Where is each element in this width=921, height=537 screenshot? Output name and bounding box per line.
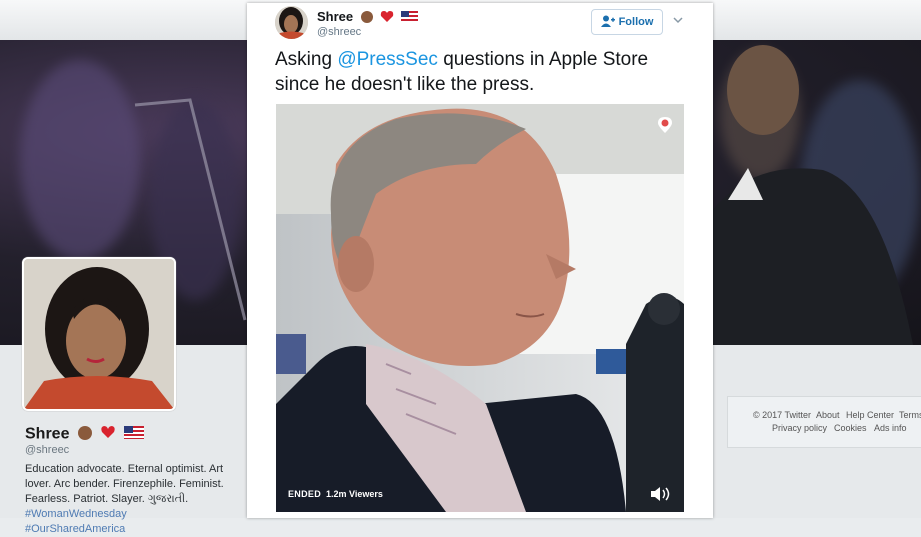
periscope-video-player[interactable]: ENDED 1.2m Viewers — [276, 104, 684, 512]
volume-icon[interactable] — [650, 486, 672, 502]
tweet-card: Shree @shreec Follow Asking @PressSec qu… — [247, 3, 713, 518]
profile-name[interactable]: Shree — [25, 424, 144, 445]
chevron-down-icon[interactable] — [672, 14, 688, 28]
red-heart-icon — [380, 9, 394, 26]
footer-links: © 2017 Twitter About Help Center Terms P… — [727, 396, 921, 448]
us-flag-icon — [123, 425, 144, 444]
footer-about-link[interactable]: About — [816, 410, 840, 420]
us-flag-icon — [401, 10, 419, 25]
red-heart-icon — [100, 424, 116, 445]
bio-hashtags[interactable]: #WomanWednesday #OurSharedAmerica — [25, 508, 127, 535]
banner-person-figure — [713, 45, 913, 345]
profile-avatar[interactable] — [22, 257, 176, 411]
video-status-badge: ENDED — [288, 489, 322, 499]
footer-terms-link[interactable]: Terms — [899, 410, 921, 420]
footer-ads-link[interactable]: Ads info — [874, 423, 907, 433]
video-frame — [276, 104, 684, 512]
viewer-count: 1.2m Viewers — [326, 489, 383, 499]
bio-text: Education advocate. Eternal optimist. Ar… — [25, 463, 224, 505]
raised-fist-emoji-icon — [77, 424, 93, 445]
tweet-text: Asking @PressSec questions in Apple Stor… — [275, 47, 695, 97]
mention-link[interactable]: @PressSec — [337, 49, 438, 70]
profile-bio: Education advocate. Eternal optimist. Ar… — [25, 462, 225, 537]
footer-privacy-link[interactable]: Privacy policy — [772, 423, 827, 433]
raised-fist-emoji-icon — [360, 9, 374, 26]
tweet-author-avatar[interactable] — [275, 6, 308, 39]
footer-help-link[interactable]: Help Center — [846, 410, 894, 420]
footer-copyright: © 2017 Twitter — [753, 410, 811, 420]
follow-label: Follow — [618, 16, 654, 28]
profile-handle[interactable]: @shreec — [25, 444, 69, 456]
periscope-icon — [656, 116, 674, 134]
tweet-author-name[interactable]: Shree — [317, 9, 419, 26]
follow-user-icon — [600, 15, 615, 30]
follow-button[interactable]: Follow — [591, 9, 663, 35]
tweet-author-handle[interactable]: @shreec — [317, 26, 361, 38]
footer-cookies-link[interactable]: Cookies — [834, 423, 867, 433]
profile-photo — [24, 259, 174, 409]
tweet-text-part: Asking — [275, 49, 338, 70]
